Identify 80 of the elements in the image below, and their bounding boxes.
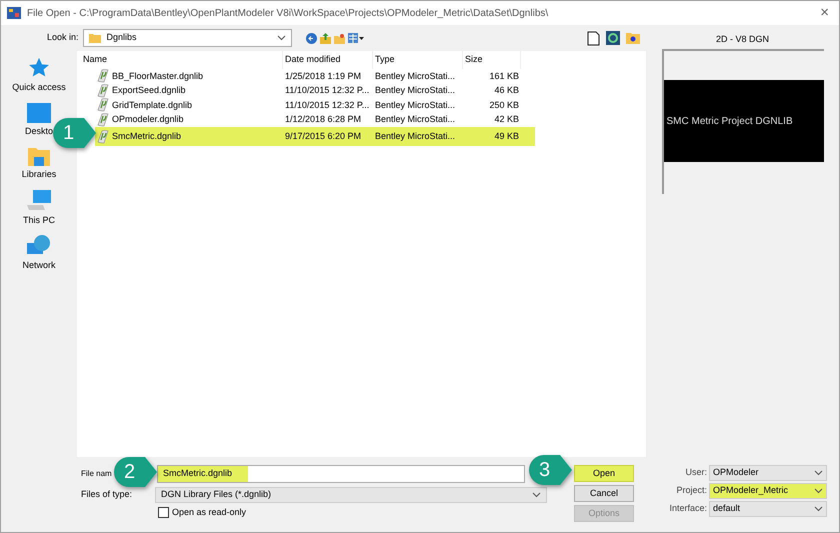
up-folder-icon[interactable] [320, 32, 331, 44]
file-type-label: Files of type: [81, 488, 134, 502]
file-name: GridTemplate.dgnlib [112, 98, 192, 112]
date-cell-text: 1/12/2018 6:28 PM [284, 113, 362, 126]
folder-icon[interactable] [626, 32, 640, 44]
file-name: ExportSeed.dgnlib [112, 84, 186, 97]
date-cell-text: 11/10/2015 12:32 P... [284, 84, 370, 97]
type-cell-text: Bentley MicroStati... [374, 98, 456, 112]
dialog-button[interactable]: Cancel [574, 485, 634, 502]
file-row[interactable]: OPmodeler.dgnlib 1/12/2018 6:28 PM Bentley MicroStati... 42 KB [95, 112, 535, 127]
step-callout: 2 [114, 457, 157, 487]
step-callout: 3 [529, 455, 572, 485]
preview-label: 2D - V8 DGN [716, 33, 769, 46]
date-cell-text: 1/25/2018 1:19 PM [284, 70, 362, 82]
column-header[interactable]: Size [463, 51, 521, 69]
file-row[interactable]: SmcMetric.dgnlib 9/17/2015 6:20 PM Bentley MicroStati... 49 KB [95, 127, 535, 146]
setting-dropdown[interactable]: OPModeler [709, 465, 827, 481]
size-cell-text: 46 KB [493, 84, 520, 97]
dialog-button[interactable]: Open [574, 465, 634, 482]
type-cell-text: Bentley MicroStati... [374, 84, 456, 97]
network-icon [26, 235, 51, 257]
chevron-icon [814, 470, 823, 476]
size-cell-text: 42 KB [493, 113, 520, 126]
read-only-checkbox[interactable] [158, 507, 169, 518]
folder-icon [88, 33, 101, 43]
star-icon [28, 57, 50, 79]
desktop-icon [26, 102, 51, 122]
window-title: File Open - C:\ProgramData\Bentley\OpenPlantModeler V8i\WorkSpace\Projects\OPModeler_Metric\DataSet\Dgnlibs\ [27, 6, 550, 20]
setting-dropdown[interactable]: OPModeler_Metric [709, 483, 827, 499]
file-name-label: File nam [81, 468, 112, 480]
file-row[interactable]: ExportSeed.dgnlib 11/10/2015 12:32 P... Bentley MicroStati... 46 KB [95, 84, 535, 98]
column-header[interactable]: Type [373, 51, 463, 69]
size-cell-text: 250 KB [488, 98, 520, 112]
file-type-dropdown[interactable]: DGN Library Files (*.dgnlib) [155, 487, 547, 503]
size-cell-text: 49 KB [493, 130, 520, 143]
type-cell-text: Bentley MicroStati... [374, 70, 456, 83]
type-cell-text: Bentley MicroStati... [374, 130, 456, 143]
setting-label: Interface: [669, 502, 707, 516]
file-icon [97, 112, 109, 127]
type-cell-text: Bentley MicroStati... [374, 113, 456, 126]
file-name: BB_FloorMaster.dgnlib [112, 70, 204, 83]
file-icon [97, 98, 109, 112]
file-icon [97, 69, 109, 84]
place-label[interactable]: Libraries [22, 168, 56, 182]
date-cell-text: 11/10/2015 12:32 P... [284, 98, 370, 112]
setting-label: Project: [676, 484, 707, 498]
setting-label: User: [685, 466, 707, 480]
back-icon[interactable] [306, 32, 317, 44]
place-label[interactable]: Deskto [24, 124, 53, 138]
chevron-icon [532, 492, 541, 498]
date-cell-text: 9/17/2015 6:20 PM [284, 130, 362, 143]
view-menu-icon[interactable] [348, 32, 364, 44]
file-name-field[interactable]: SmcMetric.dgnlib [157, 465, 525, 483]
preview-text: SMC Metric Project DGNLIB [666, 114, 793, 128]
size-cell-text: 161 KB [488, 70, 520, 82]
setting-dropdown[interactable]: default [709, 501, 827, 517]
place-label[interactable]: Network [22, 259, 56, 272]
place-label[interactable]: Quick access [12, 81, 66, 94]
computer-icon [26, 190, 51, 212]
read-only-label: Open as read-only [172, 506, 246, 519]
file-name: SmcMetric.dgnlib [112, 130, 182, 143]
column-header[interactable]: Date modified [283, 51, 373, 69]
new-folder-icon[interactable] [334, 32, 345, 44]
file-icon [97, 130, 109, 144]
look-in-dropdown[interactable]: Dgnlibs [82, 29, 292, 47]
folder-icon [28, 146, 50, 166]
app-icon [7, 7, 21, 19]
file-row[interactable]: GridTemplate.dgnlib 11/10/2015 12:32 P... Bentley MicroStati... 250 KB [95, 98, 535, 112]
refresh-icon[interactable] [606, 31, 620, 45]
step-callout: 1 [53, 118, 96, 148]
file-name: OPmodeler.dgnlib [112, 113, 184, 126]
place-label[interactable]: This PC [22, 214, 55, 227]
close-button[interactable]: × [816, 2, 833, 24]
file-icon [97, 84, 109, 98]
new-document-icon[interactable] [587, 30, 600, 46]
chevron-icon [814, 506, 823, 512]
chevron-icon [814, 488, 823, 494]
file-row[interactable]: BB_FloorMaster.dgnlib 1/25/2018 1:19 PM Bentley MicroStati... 161 KB [95, 69, 535, 84]
chevron-icon [276, 35, 286, 41]
look-in-label: Look in: [47, 31, 79, 44]
